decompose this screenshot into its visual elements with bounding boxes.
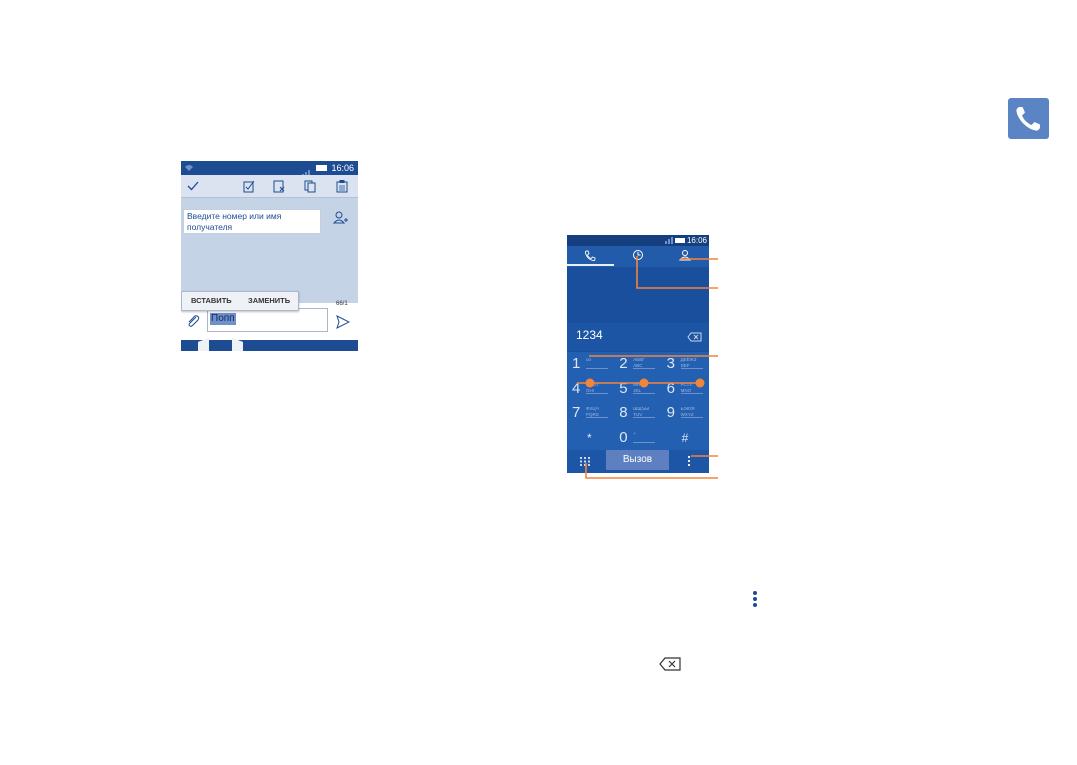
callout-dot-mid <box>639 378 649 388</box>
callout-dot-right <box>695 378 705 388</box>
callout-history <box>636 256 718 289</box>
backspace-icon <box>659 657 681 671</box>
more-options-icon <box>753 591 757 607</box>
callout-dialpad-toggle <box>585 463 718 479</box>
callout-lines <box>577 256 718 479</box>
callout-dot-left <box>585 378 595 388</box>
